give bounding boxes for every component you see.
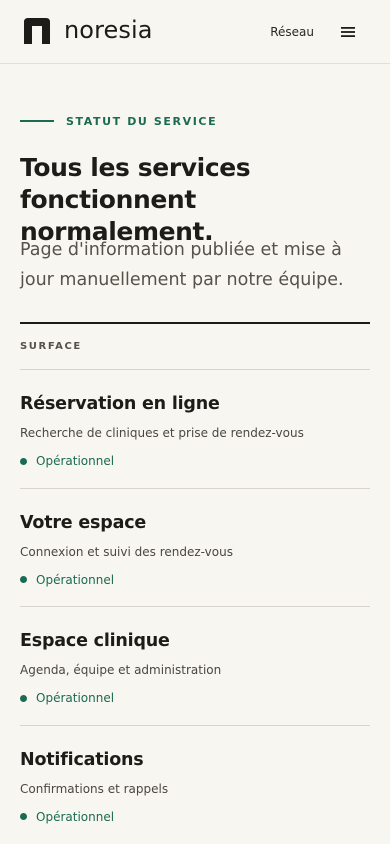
status-badge: Opérationnel (20, 808, 114, 826)
service-item-reservation: Réservation en ligne Recherche de cliniq… (20, 370, 370, 489)
section-eyebrow: STATUT DU SERVICE (20, 111, 217, 131)
status-text: Opérationnel (36, 691, 115, 705)
status-dot-icon (20, 576, 27, 583)
eyebrow-divider (20, 120, 54, 122)
page-subtitle: Page d'information publiée et mise à jou… (20, 240, 344, 290)
status-badge: Opérationnel (20, 571, 114, 589)
status-dot-icon (20, 457, 27, 465)
page-title: Tous les services fonctionnent normaleme… (20, 153, 251, 246)
service-item-notifications: Notifications Confirmations et rappels O… (20, 726, 370, 844)
eyebrow-label: STATUT DU SERVICE (66, 114, 218, 128)
status-dot-icon (20, 694, 27, 702)
service-description: Recherche de cliniques et prise de rende… (20, 426, 304, 440)
status-badge: Opérationnel (20, 689, 114, 707)
service-description: Confirmations et rappels (20, 781, 169, 796)
service-name: Votre espace (20, 512, 147, 533)
service-description: Connexion et suivi des rendez-vous (20, 544, 233, 559)
service-item-espace-clinique: Espace clinique Agenda, équipe et admini… (20, 607, 370, 726)
status-text: Opérationnel (36, 809, 115, 824)
section-label-surface: SURFACE (20, 324, 370, 370)
service-name: Espace clinique (20, 631, 170, 651)
status-text: Opérationnel (36, 454, 115, 468)
site-header: noresia Réseau (0, 0, 390, 64)
service-description: Agenda, équipe et administration (20, 663, 222, 677)
service-item-votre-espace: Votre espace Connexion et suivi des rend… (20, 489, 370, 607)
service-status-list: SURFACE Réservation en ligne Recherche d… (20, 322, 370, 844)
nav-link-reseau[interactable]: Réseau (270, 22, 314, 42)
status-dot-icon (20, 813, 27, 820)
status-text: Opérationnel (36, 572, 115, 587)
noresia-logo-icon[interactable] (22, 16, 52, 46)
brand-name[interactable]: noresia (64, 14, 153, 46)
service-name: Réservation en ligne (20, 394, 220, 414)
status-badge: Opérationnel (20, 452, 114, 470)
service-name: Notifications (20, 749, 144, 770)
hamburger-menu-icon[interactable] (334, 20, 362, 44)
